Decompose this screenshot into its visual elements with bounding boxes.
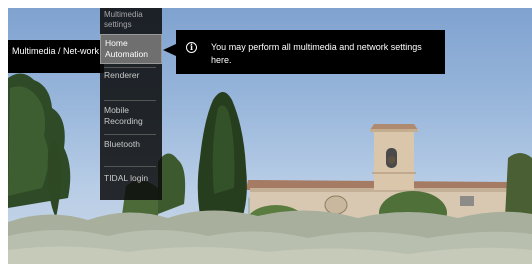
menu-item-renderer[interactable]: Renderer [100,70,162,84]
menu-item-bluetooth[interactable]: Bluetooth [100,139,162,153]
tv-screen: Multimedia / Net-work Multimedia setting… [8,8,532,264]
settings-menu: Multimedia settings Home Automation Rend… [100,8,162,200]
info-tooltip: i You may perform all multimedia and net… [176,30,445,74]
menu-divider [104,166,156,167]
menu-header: Multimedia settings [104,10,143,29]
menu-divider [104,67,156,68]
info-text: You may perform all multimedia and netwo… [211,42,422,65]
menu-divider [104,100,156,101]
tooltip-arrow [163,44,176,56]
info-icon: i [186,42,197,53]
menu-item-tidal-login[interactable]: TIDAL login [100,173,162,187]
menu-item-mobile-recording[interactable]: Mobile Recording [100,105,162,129]
section-label: Multimedia / Net-work [8,40,104,73]
menu-divider [104,134,156,135]
menu-item-home-automation[interactable]: Home Automation [100,34,162,64]
